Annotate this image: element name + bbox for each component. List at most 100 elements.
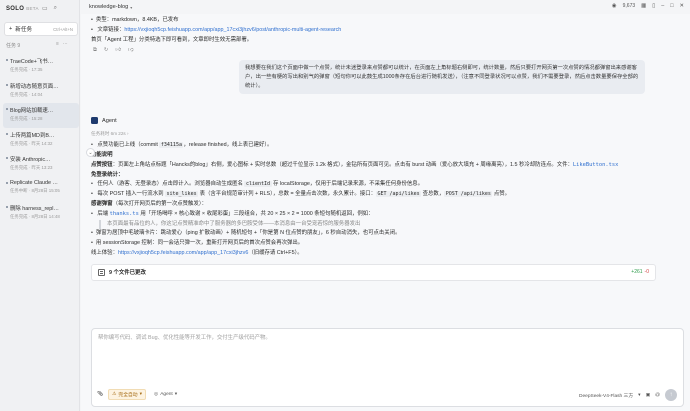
maximize-icon[interactable]: □ [670, 3, 673, 9]
task-meta: 任务完成 · 昨天 13:23 [10, 165, 53, 170]
dedup-line-2: 每次 POST 插入一行流水到 site_likes 表（含平台规范审计列 + … [91, 190, 656, 200]
task-list: TraeCode+飞书… 任务完成 · 17:35 新增动态随意页面… 任务完成 ·… [3, 54, 79, 226]
auto-mode-chip[interactable]: ⚠ 完全自动 ▾ [108, 389, 147, 400]
grid-icon[interactable]: ▦ [641, 3, 646, 9]
retry-icon[interactable]: ↻ [104, 47, 109, 54]
filter-icon[interactable]: ≡ [56, 41, 59, 47]
thumbs-up-icon[interactable]: 👍︎ [115, 47, 121, 54]
task-section-label: 任务 [6, 43, 17, 49]
file-link[interactable]: LikeButton.tsx [573, 162, 618, 168]
task-meta: 任务完成 · 17:35 [10, 67, 43, 72]
task-duration[interactable]: 任务耗时 6m 22s › [91, 131, 656, 137]
dedup-line-1: 任何人（游客、无登录态）点击即计入。浏览器自动生成匿名 clientId 存 l… [91, 180, 656, 190]
popup-quote: 本页面最有品位的人，你这记点赞精准命中了服务器的多巴胺受体——本消息由一台受宠若… [99, 219, 656, 230]
composer[interactable]: 帮你编写代码、调试 Bug、优化性能等开发工作，交付生产级代码产物。 📎︎ ⚠ 完… [91, 328, 684, 407]
minimize-icon[interactable]: – [661, 3, 664, 9]
scroll-down-icon[interactable]: ⌄ [86, 148, 95, 157]
popup-heading: 感谢弹窗 [91, 200, 113, 207]
new-task-button[interactable]: + 新任务 Ctrl+Alt+N [4, 22, 78, 36]
task-item[interactable]: 安装 Anthropic… 任务完成 · 昨天 13:23 [3, 152, 79, 177]
user-message: 我想要在我们这个页面中做一个点赞，统计未迷登录来点赞都可以统计，在页面左上角标题… [239, 60, 645, 95]
model-selector[interactable]: DeepSeek-V4-Flash 三方 [579, 392, 633, 399]
feature-text: ：页面左上角站点标题「Hancks的blog」右侧，爱心图标 + 实时总数（超过… [112, 161, 573, 168]
heading-dedup: 免登录统计： [91, 171, 124, 178]
task-section-header: 任务 9 [6, 42, 20, 49]
message-line: 文章链接：https://vxjioqh5cp.feishuapp.com/ap… [91, 26, 656, 36]
message-line: 类型：markdown，8.4KB，已发布 [91, 16, 656, 26]
heading-popup: 感谢弹窗（每次打开网页后的第一次点赞触发）： [91, 200, 656, 210]
task-title: Replicate Claude … [10, 179, 58, 186]
dedup-1-code: clientId [244, 181, 272, 188]
close-icon[interactable]: ✕ [679, 3, 684, 9]
plus-icon: + [9, 26, 13, 32]
files-changed-label: 9 个文件已更改 [109, 270, 146, 277]
app-brand: SOLO BETA [6, 6, 39, 12]
composer-placeholder[interactable]: 帮你编写代码、调试 Bug、优化性能等开发工作，交付生产级代码产物。 [98, 333, 271, 341]
task-item[interactable]: 删除 harness_repl… 任务完成 · 8月28日 14:48 [3, 201, 79, 226]
chevron-down-icon[interactable]: ▾ [638, 393, 640, 398]
experience-link[interactable]: https://vxjioqh5cp.feishuapp.com/app/app… [118, 250, 248, 256]
task-meta: 任务完成 · 14:04 [10, 91, 43, 97]
popup-line-1: 后端 thanks.ts 用「开场喝呼 × 核心致谢 × 收尾彩蛋」三段组合，共… [91, 210, 656, 220]
status-dot [6, 59, 8, 61]
chevron-down-icon: ▾ [139, 392, 143, 397]
dedup-2-code2: GET /api/likes [376, 191, 422, 198]
feature-bold: 点赞按钮 [91, 161, 113, 168]
dedup-2-suffix: 点赞。 [492, 191, 511, 198]
dedup-1-suffix: 存 localStorage，仅用于后端记录来源，不采集任何身份信息。 [271, 181, 424, 188]
task-item[interactable]: 上传两篇MD到B… 任务完成 · 昨天 14:32 [3, 128, 79, 153]
additions-count: +261 [631, 269, 643, 276]
agent-mode-chip[interactable]: ◎ Agent ▾ [151, 391, 180, 398]
github-icon[interactable]: ◉ [612, 3, 617, 9]
agent-mode-label: Agent [160, 392, 173, 397]
image-icon[interactable]: ▣ [646, 393, 651, 398]
layout-toggle-icon[interactable]: ▭ [42, 5, 48, 12]
files-changed-bar[interactable]: 9 个文件已更改 +261 -0 [91, 263, 656, 281]
experience-line: 线上体验：https://vxjioqh5cp.feishuapp.com/ap… [91, 249, 656, 259]
popup-1-file[interactable]: thanks.ts [110, 211, 139, 217]
commit-hash: f34115a [159, 142, 184, 149]
task-item[interactable]: 新增动态随意页面… 任务完成 · 14:04 [3, 79, 79, 104]
task-item[interactable]: TraeCode+飞书… 任务完成 · 17:35 [3, 54, 79, 79]
dedup-2-code3: POST /api/likes [444, 191, 493, 198]
copy-icon[interactable]: ⧉ [93, 47, 97, 54]
task-meta: 任务完成 · 8月28日 14:48 [10, 214, 60, 219]
popup-1-suffix: 用「开场喝呼 × 核心致谢 × 收尾彩蛋」三段组合，共 20 × 25 × 2 … [138, 210, 374, 217]
task-item-active[interactable]: Blog网站加载速… 任务完成 · 15:28 [3, 103, 79, 128]
project-selector[interactable]: knowledge-blog [89, 4, 128, 10]
chevron-down-icon[interactable]: ▾ [130, 5, 132, 10]
task-title: TraeCode+飞书… [10, 59, 54, 65]
task-meta: 任务完成 · 15:28 [10, 116, 43, 121]
task-meta: 任务中断 · 8月28日 15:05 [10, 187, 60, 193]
thumbs-down-icon[interactable]: 👎︎ [128, 47, 133, 54]
exp-suffix: （旧缓存请 Ctrl+F5）。 [248, 249, 303, 256]
files-icon [98, 268, 105, 276]
task-section-count: 9 [17, 43, 21, 49]
chevron-down-icon: ▾ [174, 392, 178, 397]
attach-icon[interactable]: 📎︎ [97, 392, 103, 397]
dedup-2-code: site_likes [164, 191, 199, 198]
feature-line: 点赞按钮：页面左上角站点标题「Hancks的blog」右侧，爱心图标 + 实时总… [91, 161, 656, 171]
commit-line: 点赞功能已上线（commit f34115a，release finished，… [91, 141, 656, 151]
popup-1-prefix: 后端 [97, 210, 110, 217]
search-icon[interactable]: ⌕ [54, 5, 57, 12]
task-title: 安装 Anthropic… [10, 157, 51, 163]
status-dot [6, 132, 8, 135]
task-item[interactable]: Replicate Claude … 任务中断 · 8月28日 15:05 [3, 177, 79, 202]
send-button[interactable]: ↑ [665, 389, 677, 401]
new-task-label: 新任务 [15, 27, 33, 33]
app-brand-name: SOLO [6, 6, 25, 12]
article-link[interactable]: https://vxjioqh5cp.feishuapp.com/app/app… [124, 27, 341, 33]
agent-mode-icon: ◎ [154, 392, 159, 397]
deletions-count: -0 [644, 269, 649, 276]
star-count[interactable]: 9,673 [623, 3, 636, 9]
more-icon[interactable]: ⋯ [63, 41, 68, 47]
dedup-2-prefix: 每次 POST 插入一行流水到 [97, 191, 165, 198]
mention-icon[interactable]: @ [655, 393, 660, 398]
exp-prefix: 线上体验： [91, 249, 118, 256]
dedup-1-prefix: 任何人（游客、无登录态）点击即计入。浏览器自动生成匿名 [97, 181, 245, 188]
app-brand-sub: BETA [26, 6, 39, 11]
status-dot [6, 181, 8, 184]
panel-icon[interactable]: ▯ [652, 3, 655, 9]
link-prefix: 文章链接： [97, 26, 125, 33]
